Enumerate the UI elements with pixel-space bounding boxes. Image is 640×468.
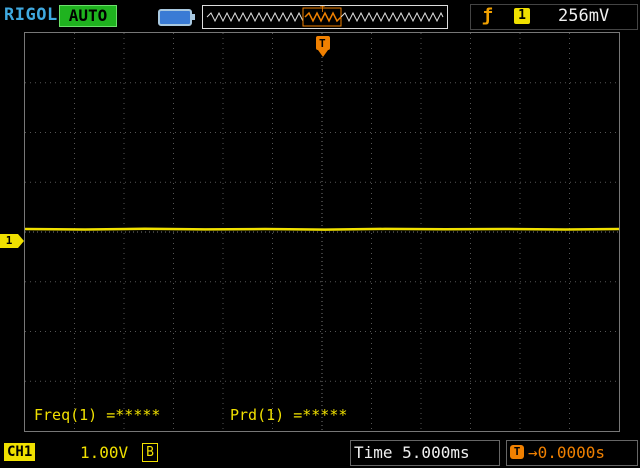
trigger-offset-value: →0.0000s <box>528 443 606 462</box>
ch1-trace <box>25 227 619 231</box>
bandwidth-limit-badge: B <box>142 443 158 462</box>
period-measurement: Prd(1) =***** <box>230 406 348 424</box>
svg-text:T: T <box>320 6 325 14</box>
top-status-bar: RIGOL AUTO T ƒ 1 256mV <box>0 0 640 32</box>
frequency-measurement: Freq(1) =***** <box>34 406 161 424</box>
trigger-level-value: 256mV <box>558 6 610 26</box>
battery-icon <box>158 9 195 26</box>
timebase-value: Time 5.000ms <box>354 443 470 462</box>
trigger-marker-label: T <box>319 37 326 50</box>
graticule-grid <box>25 33 619 431</box>
trigger-source-badge: 1 <box>514 8 530 24</box>
channel1-offset-marker[interactable]: 1 <box>0 234 24 248</box>
trigger-settings-box[interactable] <box>470 4 638 30</box>
waveform-display[interactable] <box>24 32 620 432</box>
memory-depth-indicator: T <box>202 5 448 29</box>
trigger-position-marker[interactable]: T <box>316 36 330 62</box>
run-mode-badge[interactable]: AUTO <box>59 5 117 27</box>
waveform-overview-icon: T <box>206 5 444 27</box>
rising-edge-icon: ƒ <box>482 5 493 26</box>
volts-per-div: 1.00V <box>80 443 129 462</box>
trigger-offset-icon: T <box>510 445 524 459</box>
channel1-label[interactable]: CH1 <box>4 443 36 461</box>
brand-logo: RIGOL <box>4 5 58 25</box>
